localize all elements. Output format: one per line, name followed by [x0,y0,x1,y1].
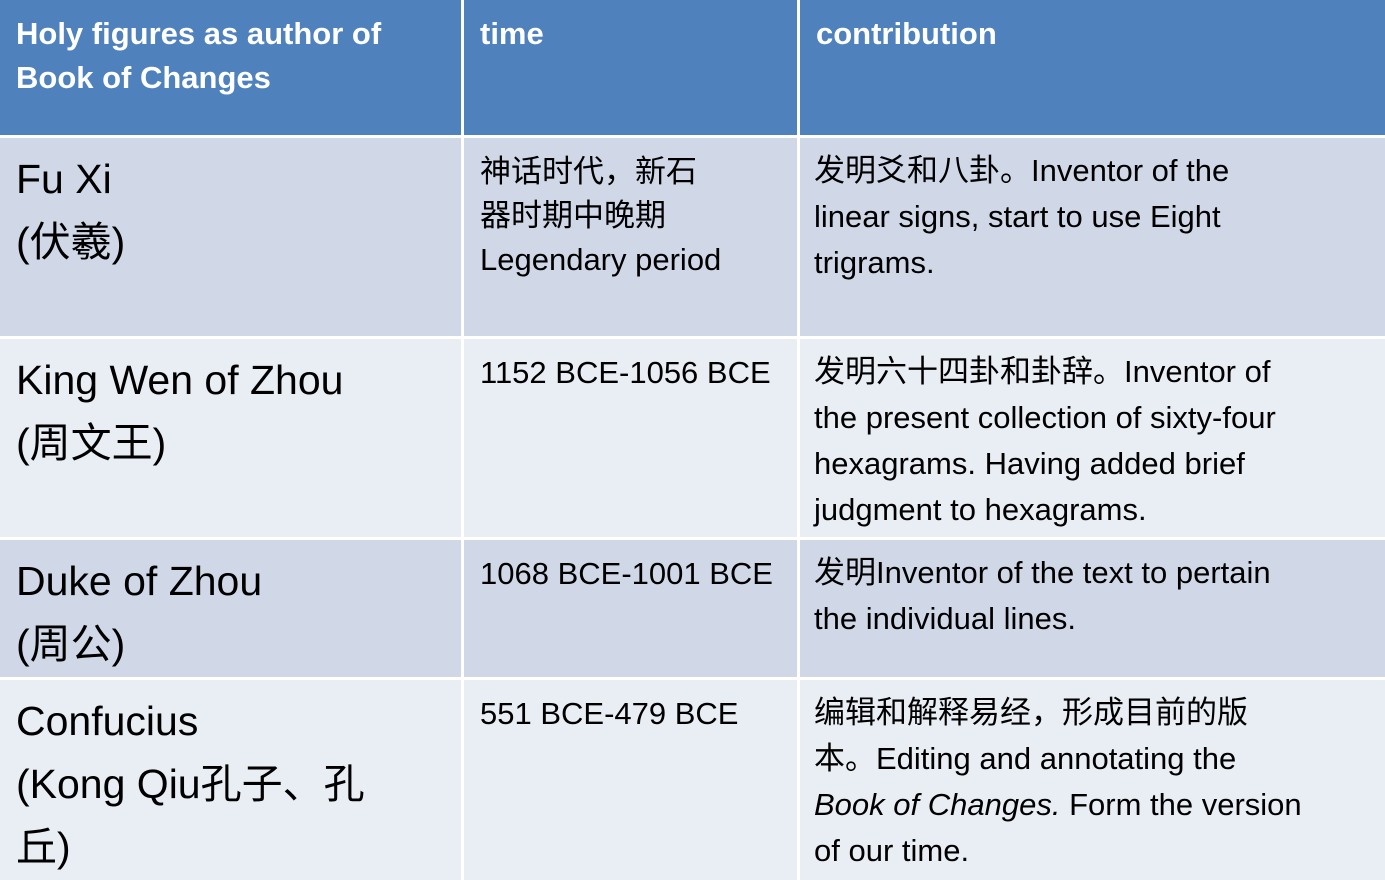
header-text: contribution [816,16,997,51]
name-cell-duke-of-zhou: Duke of Zhou (周公) [0,540,461,677]
time-text: Legendary period [480,242,722,277]
name-text: (周文王) [16,420,167,466]
name-text: (伏羲) [16,219,126,265]
header-text: Holy figures as author of [16,16,382,51]
contribution-text: judgment to hexagrams. [814,492,1147,527]
contribution-cell-fu-xi: 发明爻和八卦。Inventor of the linear signs, sta… [800,138,1385,336]
header-text: Book of Changes [16,60,271,95]
time-cell-fu-xi: 神话时代，新石 器时期中晚期 Legendary period [464,138,797,336]
time-text: 1152 BCE-1056 BCE [480,355,771,390]
contribution-text: Form the version [1060,787,1302,822]
header-contribution: contribution [800,0,1385,135]
header-text: time [480,16,544,51]
contribution-text: the present collection of sixty-four [814,400,1276,435]
name-text: Confucius [16,698,199,744]
contribution-text: linear signs, start to use Eight [814,199,1221,234]
name-text: Fu Xi [16,156,112,202]
contribution-line: Book of Changes. Form the version [814,782,1383,828]
contribution-text: of our time. [814,833,970,868]
time-text: 1068 BCE-1001 BCE [480,556,773,591]
authors-table: Holy figures as author of Book of Change… [0,0,1385,880]
contribution-cell-confucius: 编辑和解释易经，形成目前的版 本。Editing and annotating … [800,680,1385,880]
contribution-text: 发明Inventor of the text to pertain [814,555,1271,590]
name-text: King Wen of Zhou [16,357,344,403]
time-cell-king-wen: 1152 BCE-1056 BCE [464,339,797,537]
name-cell-king-wen: King Wen of Zhou (周文王) [0,339,461,537]
time-text: 神话时代，新石 [480,154,697,189]
name-text: 丘) [16,824,71,870]
contribution-text: 发明六十四卦和卦辞。Inventor of [814,354,1271,389]
time-cell-duke-of-zhou: 1068 BCE-1001 BCE [464,540,797,677]
contribution-text: the individual lines. [814,601,1076,636]
name-text: (Kong Qiu孔子、孔 [16,761,365,807]
name-text: Duke of Zhou [16,558,263,604]
book-title-italic: Book of Changes. [814,787,1061,822]
contribution-text: 编辑和解释易经，形成目前的版 [814,695,1248,730]
time-text: 器时期中晚期 [480,198,666,233]
contribution-text: 本。Editing and annotating the [814,741,1237,776]
contribution-text: hexagrams. Having added brief [814,446,1245,481]
time-text: 551 BCE-479 BCE [480,696,739,731]
contribution-text: 发明爻和八卦。Inventor of the [814,153,1230,188]
contribution-cell-king-wen: 发明六十四卦和卦辞。Inventor of the present collec… [800,339,1385,537]
time-cell-confucius: 551 BCE-479 BCE [464,680,797,880]
contribution-text: trigrams. [814,245,935,280]
contribution-cell-duke-of-zhou: 发明Inventor of the text to pertain the in… [800,540,1385,677]
header-holy-figures: Holy figures as author of Book of Change… [0,0,461,135]
name-cell-fu-xi: Fu Xi (伏羲) [0,138,461,336]
name-cell-confucius: Confucius (Kong Qiu孔子、孔 丘) [0,680,461,880]
header-time: time [464,0,797,135]
name-text: (周公) [16,621,126,667]
